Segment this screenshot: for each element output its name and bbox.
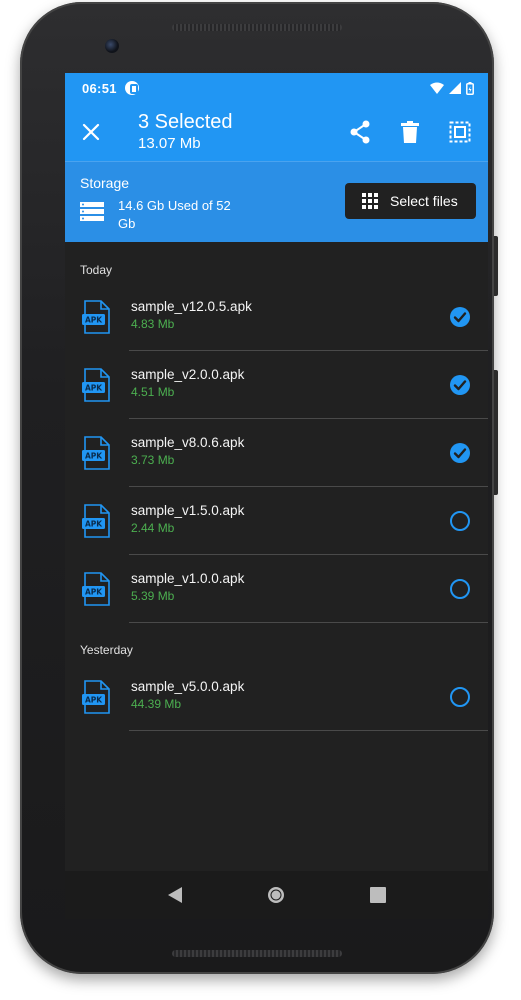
select-all-button[interactable] [444, 116, 476, 148]
apk-badge: APK [85, 520, 103, 529]
selection-checkbox[interactable] [449, 306, 471, 328]
file-row[interactable]: APK sample_v2.0.0.apk 4.51 Mb [65, 351, 488, 419]
file-row[interactable]: APK sample_v8.0.6.apk 3.73 Mb [65, 419, 488, 487]
select-all-icon [449, 121, 471, 143]
section-header-today: Today [80, 263, 113, 277]
volume-button [494, 236, 498, 296]
apk-badge: APK [85, 316, 103, 325]
status-bar: 06:51 [65, 73, 488, 103]
front-camera [105, 39, 119, 53]
row-divider [129, 622, 488, 623]
unchecked-icon [450, 687, 470, 707]
selection-checkbox[interactable] [449, 374, 471, 396]
apk-file-icon: APK [82, 504, 110, 538]
selection-size: 13.07 Mb [138, 134, 201, 152]
selection-checkbox[interactable] [449, 442, 471, 464]
select-files-label: Select files [390, 193, 458, 209]
close-icon [82, 123, 100, 141]
screen: 06:51 3 Selected 13.07 Mb Storage 14.6 G… [65, 73, 488, 919]
wifi-icon [430, 82, 444, 94]
bottom-speaker [172, 950, 342, 957]
apk-badge: APK [85, 696, 103, 705]
file-row[interactable]: APK sample_v5.0.0.apk 44.39 Mb [65, 663, 488, 731]
apk-file-icon: APK [82, 572, 110, 606]
file-name: sample_v1.0.0.apk [131, 571, 245, 586]
apk-badge: APK [85, 452, 103, 461]
file-row[interactable]: APK sample_v12.0.5.apk 4.83 Mb [65, 283, 488, 351]
apk-file-icon: APK [82, 300, 110, 334]
file-size: 5.39 Mb [131, 589, 175, 603]
status-time: 06:51 [82, 80, 117, 96]
recents-icon[interactable] [370, 887, 387, 903]
apk-file-icon: APK [82, 368, 110, 402]
share-button[interactable] [344, 116, 376, 148]
close-button[interactable] [65, 103, 117, 161]
row-divider [129, 730, 488, 731]
power-button [494, 370, 498, 495]
selection-checkbox[interactable] [449, 510, 471, 532]
checked-icon [450, 443, 470, 463]
storage-label: Storage [80, 175, 130, 191]
unchecked-icon [450, 579, 470, 599]
back-icon[interactable] [167, 886, 183, 904]
grid-icon [362, 193, 378, 209]
phone-frame: 06:51 3 Selected 13.07 Mb Storage 14.6 G… [20, 2, 498, 974]
today-file-list: APK sample_v12.0.5.apk 4.83 Mb APK sampl… [65, 283, 488, 623]
storage-icon [80, 202, 104, 221]
checked-icon [450, 375, 470, 395]
delete-button[interactable] [394, 116, 426, 148]
checked-icon [450, 307, 470, 327]
file-size: 2.44 Mb [131, 521, 175, 535]
section-header-yesterday: Yesterday [80, 643, 133, 657]
file-name: sample_v2.0.0.apk [131, 367, 245, 382]
storage-used-text: 14.6 Gb Used of 52 Gb [118, 198, 231, 231]
signal-icon [449, 82, 461, 94]
share-icon [350, 120, 370, 144]
file-name: sample_v12.0.5.apk [131, 299, 252, 314]
battery-icon [466, 81, 474, 95]
navigation-bar [65, 871, 488, 919]
home-icon[interactable] [266, 885, 286, 905]
apk-file-icon: APK [82, 680, 110, 714]
file-name: sample_v8.0.6.apk [131, 435, 245, 450]
unchecked-icon [450, 511, 470, 531]
selection-checkbox[interactable] [449, 578, 471, 600]
apk-badge: APK [85, 384, 103, 393]
file-row[interactable]: APK sample_v1.5.0.apk 2.44 Mb [65, 487, 488, 555]
file-size: 44.39 Mb [131, 697, 182, 711]
delete-icon [401, 121, 419, 143]
apk-badge: APK [85, 588, 103, 597]
app-bar: 3 Selected 13.07 Mb [65, 103, 488, 161]
selection-title: 3 Selected [138, 110, 233, 133]
select-files-button[interactable]: Select files [345, 183, 476, 219]
storage-panel: Storage 14.6 Gb Used of 52 Gb Select fil… [65, 161, 488, 242]
selection-checkbox[interactable] [449, 686, 471, 708]
file-name: sample_v1.5.0.apk [131, 503, 245, 518]
file-size: 3.73 Mb [131, 453, 175, 467]
file-size: 4.51 Mb [131, 385, 175, 399]
file-size: 4.83 Mb [131, 317, 175, 331]
file-row[interactable]: APK sample_v1.0.0.apk 5.39 Mb [65, 555, 488, 623]
top-speaker [172, 24, 342, 31]
file-name: sample_v5.0.0.apk [131, 679, 245, 694]
apk-file-icon: APK [82, 436, 110, 470]
notification-icon [124, 81, 139, 95]
yesterday-file-list: APK sample_v5.0.0.apk 44.39 Mb [65, 663, 488, 731]
